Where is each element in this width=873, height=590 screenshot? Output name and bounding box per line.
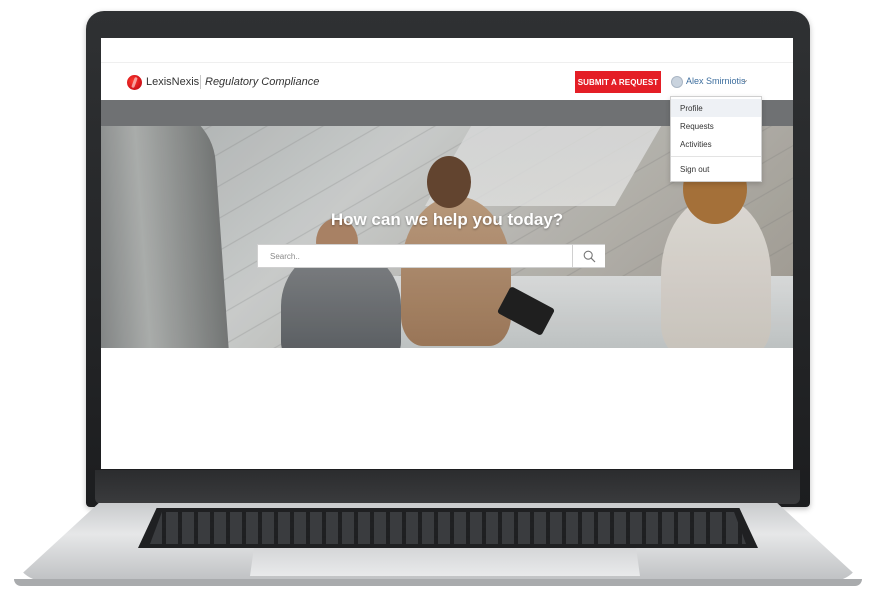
menu-item-sign-out[interactable]: Sign out <box>671 160 761 178</box>
laptop-front-edge <box>14 579 862 586</box>
menu-item-requests[interactable]: Requests <box>671 117 761 135</box>
laptop-hinge <box>95 470 800 504</box>
brand-divider <box>200 75 201 89</box>
hero-title: How can we help you today? <box>330 210 564 229</box>
lexisnexis-logo-icon[interactable] <box>127 75 142 90</box>
user-menu-toggle[interactable]: Alex Smirniotis <box>686 76 746 86</box>
menu-item-profile[interactable]: Profile <box>671 99 761 117</box>
laptop-trackpad <box>250 548 640 576</box>
laptop-mockup: LexisNexis Regulatory Compliance SUBMIT … <box>0 0 873 590</box>
brand-name[interactable]: LexisNexis <box>146 76 199 88</box>
browser-screen: LexisNexis Regulatory Compliance SUBMIT … <box>101 38 793 469</box>
search-bar <box>257 244 605 268</box>
page-content-area <box>101 348 793 469</box>
product-name: Regulatory Compliance <box>205 76 320 88</box>
search-input[interactable] <box>258 245 570 267</box>
site-header: LexisNexis Regulatory Compliance SUBMIT … <box>101 64 793 100</box>
browser-top-area <box>101 38 793 63</box>
chevron-down-icon[interactable]: ⌄ <box>742 75 749 84</box>
menu-item-activities[interactable]: Activities <box>671 135 761 153</box>
search-icon <box>583 250 595 262</box>
keyboard-keys <box>150 512 746 544</box>
menu-divider <box>671 156 761 157</box>
user-avatar[interactable] <box>671 76 683 88</box>
search-button[interactable] <box>572 245 605 267</box>
submit-request-button[interactable]: SUBMIT A REQUEST <box>575 71 661 93</box>
user-dropdown-menu: Profile Requests Activities Sign out <box>670 96 762 182</box>
